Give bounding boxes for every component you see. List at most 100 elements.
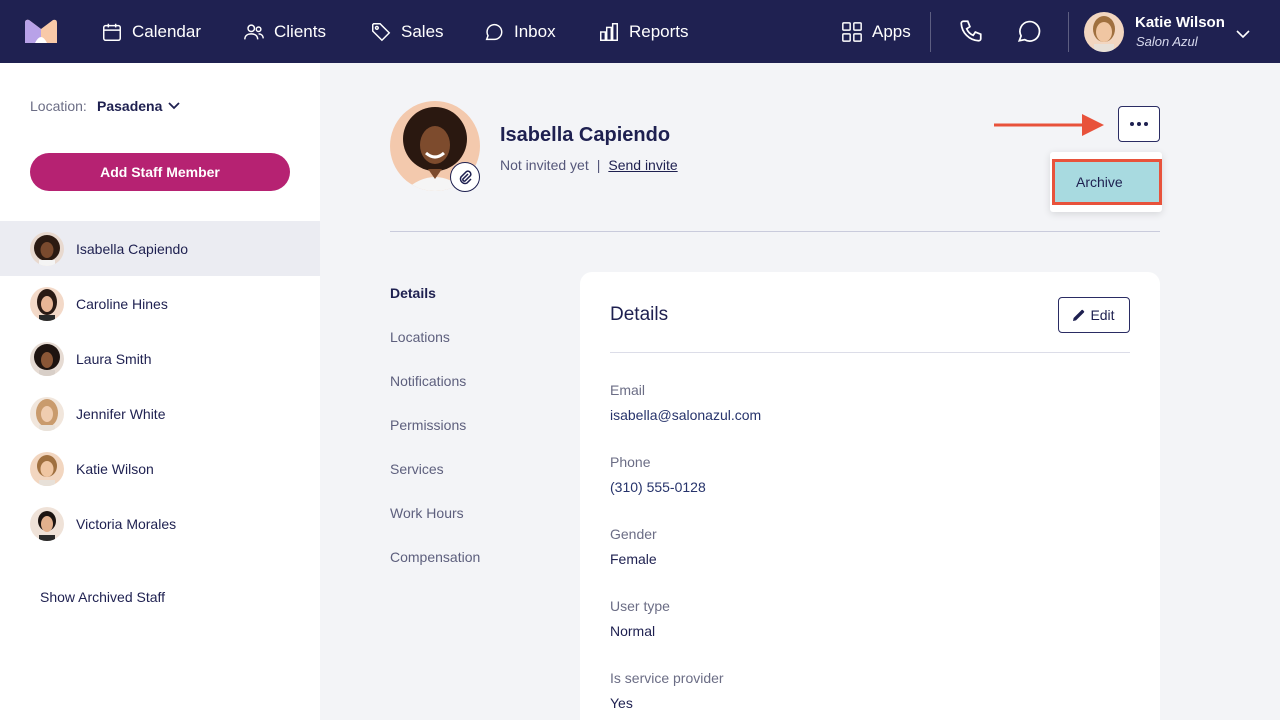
- gender-field: Gender Female: [610, 526, 657, 567]
- avatar: [30, 286, 64, 321]
- location-value: Pasadena: [97, 98, 163, 114]
- avatar: [30, 506, 64, 541]
- user-organization: Salon Azul: [1136, 34, 1198, 49]
- section-tab-locations[interactable]: Locations: [390, 329, 480, 373]
- nav-apps[interactable]: Apps: [841, 0, 911, 63]
- nav-apps-label: Apps: [872, 21, 911, 41]
- staff-item-katie-wilson[interactable]: Katie Wilson: [0, 441, 320, 496]
- email-value[interactable]: isabella@salonazul.com: [610, 407, 761, 423]
- location-selector[interactable]: Pasadena: [97, 98, 181, 114]
- user-name[interactable]: Katie Wilson: [1135, 14, 1225, 31]
- nav-divider: [930, 12, 931, 52]
- message-bubble-icon: [1017, 20, 1041, 42]
- staff-name: Victoria Morales: [76, 515, 177, 532]
- show-archived-staff-link[interactable]: Show Archived Staff: [40, 589, 165, 605]
- invite-status: Not invited yet: [500, 157, 589, 173]
- section-tab-permissions[interactable]: Permissions: [390, 417, 480, 461]
- staff-name: Isabella Capiendo: [76, 240, 189, 257]
- staff-name: Laura Smith: [76, 350, 152, 367]
- staff-name: Katie Wilson: [76, 460, 154, 477]
- nav-sales[interactable]: Sales: [370, 0, 444, 63]
- edit-details-button[interactable]: Edit: [1058, 297, 1130, 333]
- field-label: Email: [610, 382, 646, 398]
- section-tab-notifications[interactable]: Notifications: [390, 373, 480, 417]
- tag-icon: [372, 22, 391, 41]
- staff-name: Jennifer White: [76, 405, 166, 422]
- nav-clients-label: Clients: [274, 21, 326, 41]
- users-icon: [244, 23, 264, 39]
- section-tab-details[interactable]: Details: [390, 285, 480, 329]
- nav-sales-label: Sales: [401, 21, 444, 41]
- staff-name: Caroline Hines: [76, 295, 168, 312]
- more-options-menu: Archive: [1050, 152, 1162, 212]
- chevron-down-icon[interactable]: [1236, 26, 1250, 39]
- arrow-annotation: [994, 114, 1104, 136]
- nav-divider: [1068, 12, 1069, 52]
- edit-photo-button[interactable]: [450, 162, 480, 192]
- apps-grid-icon: [842, 21, 862, 42]
- profile-section-nav: Details Locations Notifications Permissi…: [390, 285, 480, 593]
- send-invite-link[interactable]: Send invite: [608, 157, 677, 173]
- nav-inbox[interactable]: Inbox: [483, 0, 556, 63]
- chevron-down-icon: [168, 102, 181, 110]
- header-divider: [390, 231, 1160, 232]
- paperclip-icon: [459, 170, 472, 185]
- edit-label: Edit: [1090, 307, 1115, 323]
- staff-item-isabella-capiendo[interactable]: Isabella Capiendo: [0, 221, 320, 276]
- section-tab-compensation[interactable]: Compensation: [390, 549, 480, 593]
- nav-calendar-label: Calendar: [132, 21, 201, 41]
- add-staff-member-button[interactable]: Add Staff Member: [30, 153, 290, 191]
- nav-clients[interactable]: Clients: [243, 0, 326, 63]
- nav-reports-label: Reports: [629, 21, 689, 41]
- chat-bubble-icon: [485, 23, 503, 40]
- brand-logo[interactable]: [25, 19, 57, 43]
- phone-value[interactable]: (310) 555-0128: [610, 479, 706, 495]
- staff-list: Isabella Capiendo Caroline Hines Laura S…: [0, 221, 320, 551]
- dot: [1130, 122, 1134, 126]
- dot: [1137, 122, 1141, 126]
- more-options-button[interactable]: [1118, 106, 1160, 142]
- nav-calendar[interactable]: Calendar: [101, 0, 201, 63]
- field-label: Is service provider: [610, 670, 724, 686]
- staff-item-caroline-hines[interactable]: Caroline Hines: [0, 276, 320, 331]
- nav-inbox-label: Inbox: [514, 21, 556, 41]
- invite-status-row: Not invited yet | Send invite: [500, 157, 678, 173]
- avatar: [30, 231, 64, 266]
- avatar: [30, 396, 64, 431]
- details-card: Details Edit Email isabella@salonazul.co…: [580, 272, 1160, 720]
- card-divider: [610, 352, 1130, 353]
- dot: [1144, 122, 1148, 126]
- bar-chart-icon: [600, 22, 618, 41]
- pencil-icon: [1073, 309, 1085, 321]
- user-avatar[interactable]: [1084, 12, 1124, 52]
- user-type-value: Normal: [610, 623, 656, 639]
- staff-item-victoria-morales[interactable]: Victoria Morales: [0, 496, 320, 551]
- service-provider-value: Yes: [610, 695, 633, 711]
- profile-name: Isabella Capiendo: [500, 124, 671, 146]
- gender-value: Female: [610, 551, 657, 567]
- user-type-field: User type Normal: [610, 598, 670, 639]
- field-label: User type: [610, 598, 670, 614]
- location-label: Location:: [30, 98, 87, 114]
- service-provider-field: Is service provider Yes: [610, 670, 724, 711]
- staff-sidebar: Location: Pasadena Add Staff Member Isab…: [0, 63, 320, 720]
- staff-item-laura-smith[interactable]: Laura Smith: [0, 331, 320, 386]
- top-nav-bar: Calendar Clients Sales Inbox Reports App…: [0, 0, 1280, 63]
- section-tab-services[interactable]: Services: [390, 461, 480, 505]
- phone-field: Phone (310) 555-0128: [610, 454, 706, 495]
- field-label: Phone: [610, 454, 651, 470]
- details-title: Details: [610, 304, 669, 325]
- email-field: Email isabella@salonazul.com: [610, 382, 761, 423]
- field-label: Gender: [610, 526, 657, 542]
- section-tab-work-hours[interactable]: Work Hours: [390, 505, 480, 549]
- avatar: [30, 451, 64, 486]
- nav-reports[interactable]: Reports: [598, 0, 689, 63]
- separator: |: [596, 157, 601, 173]
- phone-icon: [960, 20, 982, 42]
- staff-item-jennifer-white[interactable]: Jennifer White: [0, 386, 320, 441]
- avatar: [30, 341, 64, 376]
- archive-menu-item[interactable]: Archive: [1052, 159, 1162, 205]
- calendar-icon: [103, 23, 121, 41]
- phone-button[interactable]: [958, 18, 984, 44]
- messages-button[interactable]: [1016, 18, 1042, 44]
